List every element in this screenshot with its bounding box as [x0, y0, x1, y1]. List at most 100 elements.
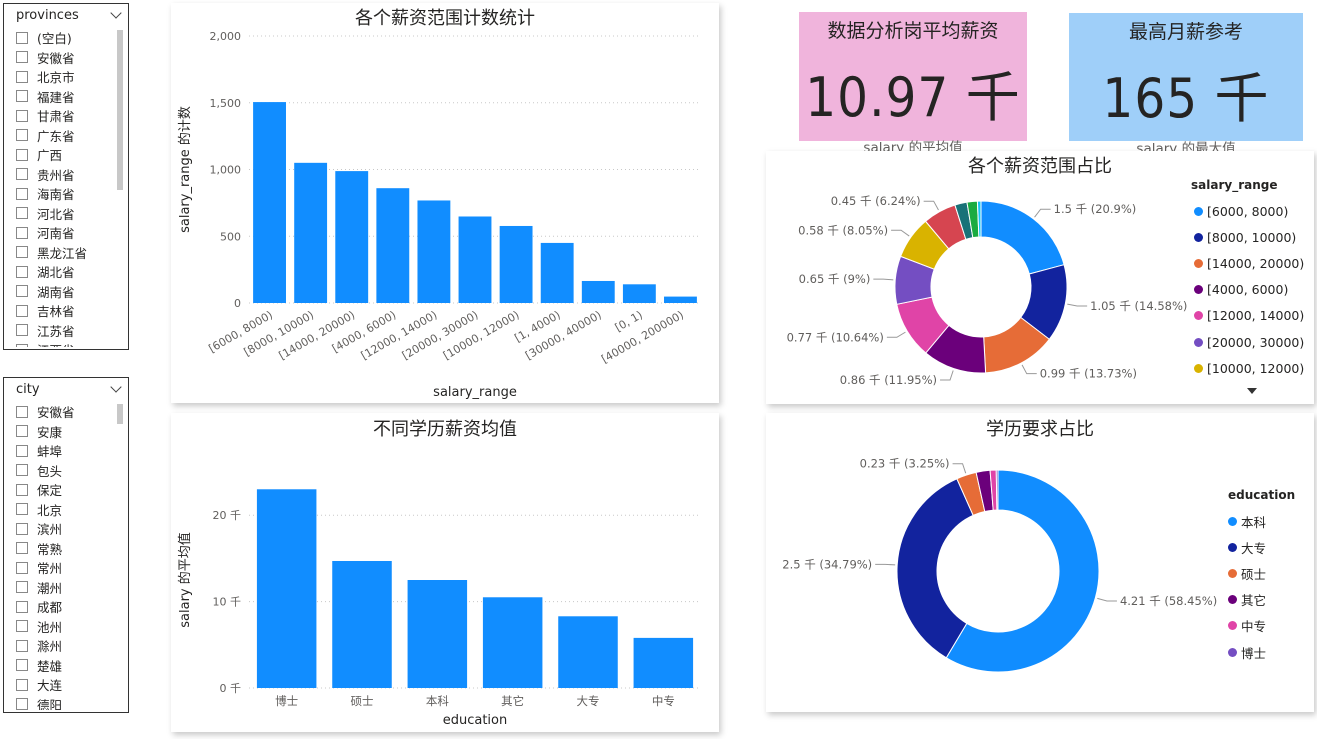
checkbox[interactable]: [16, 148, 28, 161]
legend-item[interactable]: 其它: [1228, 587, 1266, 613]
slicer-item[interactable]: 河南省: [16, 223, 114, 243]
checkbox[interactable]: [16, 620, 28, 633]
legend-item[interactable]: [10000, 12000): [1194, 355, 1304, 381]
slicer-item[interactable]: 吉林省: [16, 301, 114, 321]
donut-slice: [995, 469, 999, 511]
slicer-item[interactable]: 安徽省: [16, 48, 114, 68]
legend-more-icon[interactable]: [1247, 388, 1257, 394]
city-slicer[interactable]: city 安徽省 安康 蚌埠 包头 保定 北京 滨州 常熟 常州 潮州 成都 池州 滁州 楚雄 大连 德阳: [3, 377, 129, 713]
checkbox[interactable]: [16, 168, 28, 181]
legend-item[interactable]: 本科: [1228, 508, 1266, 534]
slicer-item[interactable]: 黑龙江省: [16, 243, 114, 263]
slicer-item[interactable]: 滨州: [16, 519, 114, 539]
checkbox[interactable]: [16, 207, 28, 220]
avg-salary-card[interactable]: 数据分析岗平均薪资 10.97 千 salary 的平均值: [799, 12, 1027, 156]
chevron-down-icon[interactable]: [110, 380, 122, 393]
legend-item[interactable]: [12000, 14000): [1194, 303, 1304, 329]
checkbox[interactable]: [16, 343, 28, 347]
legend-item[interactable]: 硕士: [1228, 560, 1266, 586]
slicer-item[interactable]: 蚌埠: [16, 441, 114, 461]
slicer-item[interactable]: 北京: [16, 500, 114, 520]
legend-item[interactable]: 博士: [1228, 639, 1266, 665]
slicer-item[interactable]: 湖北省: [16, 262, 114, 282]
checkbox[interactable]: [16, 483, 28, 496]
slicer-item[interactable]: 广西: [16, 145, 114, 165]
legend-item[interactable]: [20000, 30000): [1194, 329, 1304, 355]
checkbox[interactable]: [16, 246, 28, 259]
provinces-slicer[interactable]: provinces (空白) 安徽省 北京市 福建省 甘肃省 广东省 广西 贵州省 海南省 河北省…: [3, 3, 129, 350]
max-salary-card[interactable]: 最高月薪参考 165 千 salary 的最大值: [1069, 13, 1303, 157]
checkbox[interactable]: [16, 659, 28, 672]
checkbox[interactable]: [16, 464, 28, 477]
checkbox[interactable]: [16, 31, 28, 44]
slicer-item[interactable]: 楚雄: [16, 656, 114, 676]
checkbox[interactable]: [16, 444, 28, 457]
legend-item[interactable]: [6000, 8000): [1194, 198, 1304, 224]
checkbox[interactable]: [16, 129, 28, 142]
checkbox[interactable]: [16, 51, 28, 64]
provinces-slicer-header[interactable]: provinces: [4, 4, 128, 26]
legend-dot: [1228, 516, 1237, 526]
slicer-item[interactable]: 安徽省: [16, 402, 114, 422]
slicer-item[interactable]: 常熟: [16, 539, 114, 559]
slicer-item[interactable]: 池州: [16, 617, 114, 637]
checkbox[interactable]: [16, 226, 28, 239]
slicer-item[interactable]: 包头: [16, 461, 114, 481]
x-tick-label: 大专: [577, 694, 600, 708]
checkbox[interactable]: [16, 285, 28, 298]
chevron-down-icon[interactable]: [110, 6, 122, 19]
slicer-item[interactable]: 江苏省: [16, 321, 114, 341]
city-scrollbar[interactable]: [117, 404, 123, 708]
scroll-thumb[interactable]: [117, 30, 123, 190]
provinces-scrollbar[interactable]: [117, 30, 123, 345]
slicer-item[interactable]: 滁州: [16, 636, 114, 656]
slicer-item[interactable]: 安康: [16, 422, 114, 442]
legend-item[interactable]: [14000, 20000): [1194, 250, 1304, 276]
checkbox[interactable]: [16, 561, 28, 574]
slicer-item[interactable]: 北京市: [16, 67, 114, 87]
slicer-item[interactable]: 湖南省: [16, 282, 114, 302]
legend-item[interactable]: 大专: [1228, 534, 1266, 560]
slicer-item[interactable]: 广东省: [16, 126, 114, 146]
slicer-item[interactable]: 潮州: [16, 578, 114, 598]
legend-item[interactable]: [4000, 6000): [1194, 277, 1304, 303]
salary-range-count-chart[interactable]: 各个薪资范围计数统计 0 500 1,000 1,500 2,000 [6000, 8000…: [171, 3, 719, 403]
checkbox[interactable]: [16, 324, 28, 337]
education-avg-salary-chart[interactable]: 不同学历薪资均值 0 千 10 千 20 千博士 硕士 本科 其它 大专 中专 education…: [171, 413, 719, 732]
slicer-item[interactable]: 大连: [16, 675, 114, 695]
slicer-item[interactable]: 甘肃省: [16, 106, 114, 126]
checkbox[interactable]: [16, 581, 28, 594]
checkbox[interactable]: [16, 600, 28, 613]
checkbox[interactable]: [16, 90, 28, 103]
checkbox[interactable]: [16, 70, 28, 83]
checkbox[interactable]: [16, 109, 28, 122]
legend-dot: [1228, 568, 1237, 578]
checkbox[interactable]: [16, 187, 28, 200]
slicer-item[interactable]: (空白): [16, 28, 114, 48]
checkbox[interactable]: [16, 698, 28, 710]
city-slicer-header[interactable]: city: [4, 378, 128, 400]
checkbox[interactable]: [16, 425, 28, 438]
checkbox[interactable]: [16, 678, 28, 691]
checkbox[interactable]: [16, 304, 28, 317]
checkbox[interactable]: [16, 405, 28, 418]
checkbox[interactable]: [16, 265, 28, 278]
slicer-item[interactable]: 海南省: [16, 184, 114, 204]
checkbox[interactable]: [16, 503, 28, 516]
slicer-item[interactable]: 福建省: [16, 87, 114, 107]
legend-item[interactable]: 中专: [1228, 613, 1266, 639]
checkbox[interactable]: [16, 639, 28, 652]
legend-item[interactable]: [8000, 10000): [1194, 224, 1304, 250]
slicer-item[interactable]: 江西省: [16, 340, 114, 347]
education-share-chart[interactable]: 学历要求占比 4.21 千 (58.45%) 2.5 千 (34.79%) 0.23 …: [766, 413, 1314, 712]
checkbox[interactable]: [16, 522, 28, 535]
checkbox[interactable]: [16, 542, 28, 555]
slicer-item[interactable]: 成都: [16, 597, 114, 617]
salary-range-share-chart[interactable]: 各个薪资范围占比 1.5 千 (20.9%) 1.05 千 (14.58%) 0.99…: [766, 151, 1314, 404]
slicer-item[interactable]: 常州: [16, 558, 114, 578]
scroll-thumb[interactable]: [117, 404, 123, 424]
slicer-item[interactable]: 贵州省: [16, 165, 114, 185]
slicer-item[interactable]: 德阳: [16, 695, 114, 710]
slicer-item[interactable]: 保定: [16, 480, 114, 500]
slicer-item[interactable]: 河北省: [16, 204, 114, 224]
